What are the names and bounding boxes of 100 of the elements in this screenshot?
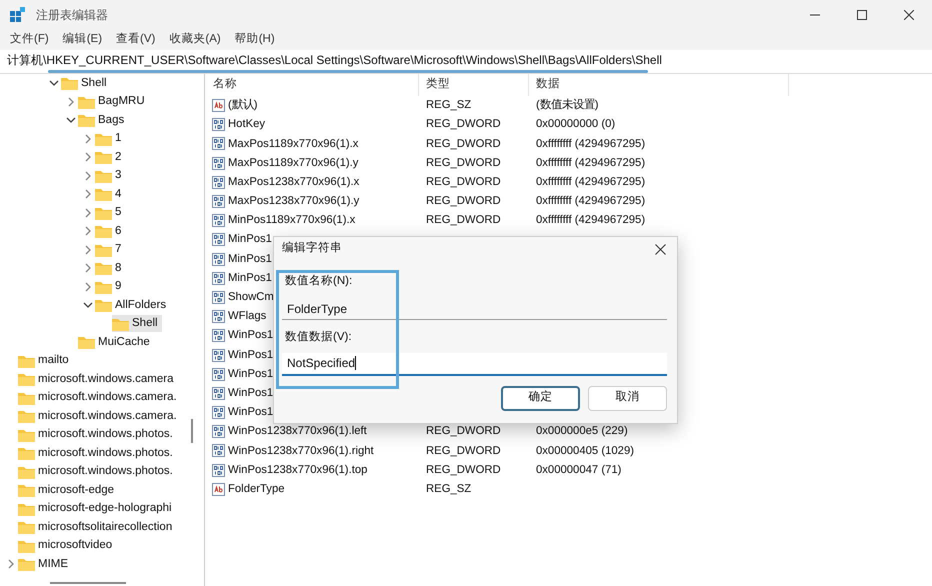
value-type: REG_DWORD	[426, 425, 501, 438]
tree-item[interactable]: microsoftsolitairecollection	[18, 518, 176, 536]
scrollbar-thumb[interactable]	[191, 419, 193, 443]
tree-item[interactable]: Bags	[78, 112, 128, 129]
value-name[interactable]: FolderType	[228, 480, 285, 498]
column-header[interactable]: 类型	[419, 74, 529, 96]
value-name-field[interactable]: FolderType	[282, 298, 667, 320]
menu-item[interactable]: 查看(V)	[116, 31, 156, 49]
tree-item[interactable]: AllFolders	[95, 296, 170, 314]
value-name[interactable]: MinPos1	[228, 231, 272, 248]
value-name[interactable]: (默认)	[228, 97, 258, 114]
binary-value-icon	[212, 425, 225, 438]
chevron-right-icon[interactable]	[83, 189, 93, 200]
tree-item[interactable]: microsoft.windows.camera.	[18, 408, 181, 425]
tree-item[interactable]: microsoft.windows.camera.	[18, 389, 181, 406]
value-data: 0xffffffff (4294967295)	[536, 156, 646, 169]
value-name[interactable]: WFlags	[228, 308, 266, 326]
column-header[interactable]: 数据	[529, 74, 789, 96]
value-name[interactable]: MinPos1	[228, 270, 272, 287]
tree-item[interactable]: 8	[95, 260, 126, 277]
chevron-right-icon[interactable]	[83, 170, 93, 181]
maximize-icon	[856, 10, 866, 20]
tree-item[interactable]: Shell	[112, 315, 162, 332]
value-type: REG_DWORD	[426, 444, 501, 456]
folder-icon	[95, 168, 112, 183]
tree-item[interactable]: BagMRU	[78, 93, 149, 110]
close-icon[interactable]	[655, 244, 666, 254]
folder-icon	[95, 206, 112, 220]
value-name[interactable]: WinPos1238x770x96(1).top	[228, 462, 368, 479]
value-data: 0x000000e5 (229)	[536, 425, 628, 438]
value-name[interactable]: ShowCm	[228, 289, 274, 306]
value-data: 0xffffffff (4294967295)	[536, 176, 646, 188]
value-data: 0x00000000 (0)	[536, 118, 616, 130]
binary-value-icon	[212, 348, 225, 362]
value-name[interactable]: WinPos1238x770x96(1).left	[228, 423, 367, 440]
tree-item[interactable]: microsoft.windows.camera	[18, 370, 178, 388]
chevron-right-icon[interactable]	[83, 282, 93, 292]
dialog-button[interactable]: 确定	[501, 386, 580, 410]
value-name[interactable]: MaxPos1238x770x96(1).y	[228, 193, 360, 210]
folder-icon	[18, 446, 35, 460]
chevron-down-icon[interactable]	[83, 300, 93, 310]
binary-value-icon	[212, 214, 225, 228]
binary-value-icon	[212, 444, 225, 458]
menu-item[interactable]: 收藏夹(A)	[169, 31, 221, 49]
tree-item[interactable]: microsoft.windows.photos.	[18, 463, 177, 480]
value-data-field[interactable]: NotSpecified	[282, 352, 667, 376]
chevron-right-icon[interactable]	[6, 559, 16, 570]
tree-item[interactable]: 9	[95, 278, 126, 296]
tree-item[interactable]: 5	[95, 204, 126, 222]
folder-icon	[18, 557, 35, 572]
chevron-right-icon[interactable]	[83, 134, 93, 144]
tree-item[interactable]: 6	[95, 222, 126, 240]
chevron-right-icon[interactable]	[66, 96, 76, 107]
value-name[interactable]: WinPos1	[228, 327, 274, 344]
folder-icon	[95, 187, 112, 202]
tree-item[interactable]: 4	[95, 186, 126, 203]
chevron-right-icon[interactable]	[83, 244, 93, 255]
tree-item[interactable]: microsoft-edge-holographi	[18, 500, 176, 518]
menu-item[interactable]: 帮助(H)	[234, 31, 275, 49]
chevron-right-icon[interactable]	[83, 208, 93, 218]
tree-item[interactable]: 3	[95, 167, 126, 184]
chevron-down-icon[interactable]	[66, 115, 76, 126]
value-name[interactable]: WinPos1	[228, 366, 274, 383]
column-header[interactable]: 名称	[205, 74, 419, 96]
binary-value-icon	[212, 329, 225, 342]
menu-item[interactable]: 文件(F)	[10, 31, 49, 49]
dialog-button[interactable]: 取消	[588, 386, 667, 410]
value-type: REG_SZ	[426, 482, 472, 495]
chevron-right-icon[interactable]	[83, 263, 93, 274]
menu-item[interactable]: 编辑(E)	[62, 31, 102, 49]
tree-item[interactable]: MIME	[18, 556, 72, 573]
tree-item[interactable]: microsoft.windows.photos.	[18, 426, 177, 444]
tree-item[interactable]: microsoft-edge	[18, 482, 118, 499]
value-name[interactable]: MinPos1189x770x96(1).x	[228, 212, 356, 230]
tree-item[interactable]: microsoftvideo	[18, 537, 116, 554]
chevron-right-icon[interactable]	[83, 226, 93, 236]
tree-item[interactable]: MuiCache	[78, 334, 154, 351]
tree-item[interactable]: 7	[95, 241, 126, 258]
tree-item[interactable]: Shell	[61, 74, 111, 92]
value-name[interactable]: MinPos1	[228, 250, 272, 268]
scrollbar-thumb[interactable]	[50, 582, 126, 584]
chevron-down-icon[interactable]	[49, 78, 59, 88]
tree-item[interactable]: 2	[95, 148, 126, 166]
value-name[interactable]: WinPos1	[228, 384, 274, 402]
tree-item[interactable]: 1	[95, 130, 126, 148]
chevron-right-icon[interactable]	[83, 152, 93, 162]
value-name[interactable]: HotKey	[228, 116, 266, 134]
binary-value-icon	[212, 233, 225, 246]
folder-icon	[18, 428, 35, 442]
folder-icon	[95, 150, 112, 164]
value-name[interactable]: WinPos1	[228, 346, 274, 364]
address-bar[interactable]: 计算机\HKEY_CURRENT_USER\Software\Classes\Local Settings\Software\Microsoft\Windows\Shell\Bags\AllFolders\Shell	[7, 51, 662, 69]
tree-item[interactable]: microsoft.windows.photos.	[18, 444, 177, 462]
value-name[interactable]: WinPos1238x770x96(1).right	[228, 442, 374, 460]
tree-item[interactable]: mailto	[18, 352, 73, 370]
value-name[interactable]: MaxPos1189x770x96(1).y	[228, 154, 358, 172]
folder-icon	[18, 372, 35, 386]
value-name[interactable]: WinPos1	[228, 404, 274, 422]
value-name[interactable]: MaxPos1189x770x96(1).x	[228, 136, 358, 152]
value-name[interactable]: MaxPos1238x770x96(1).x	[228, 174, 360, 191]
